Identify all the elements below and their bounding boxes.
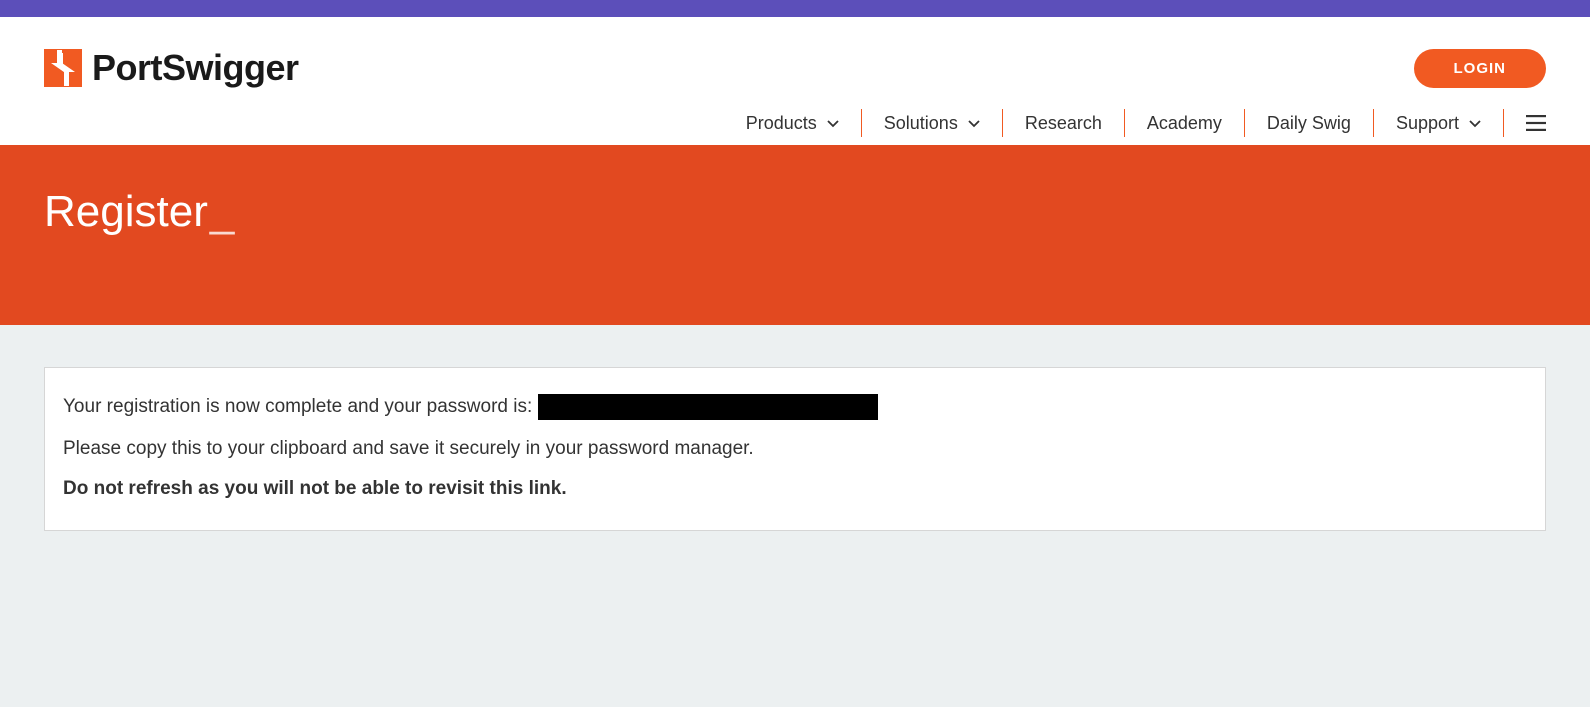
nav-label: Support <box>1396 113 1459 134</box>
refresh-warning: Do not refresh as you will not be able t… <box>63 478 1527 500</box>
hamburger-icon <box>1526 115 1546 131</box>
logo-text: PortSwigger <box>92 47 299 89</box>
nav-label: Products <box>746 113 817 134</box>
logo[interactable]: PortSwigger <box>44 47 299 89</box>
hero-title-text: Register <box>44 187 208 237</box>
nav-label: Solutions <box>884 113 958 134</box>
header-top: PortSwigger LOGIN <box>44 17 1546 109</box>
password-redacted <box>538 394 878 420</box>
content-area: Your registration is now complete and yo… <box>0 325 1590 573</box>
nav-item-research[interactable]: Research <box>1003 109 1125 137</box>
nav-item-support[interactable]: Support <box>1374 109 1504 137</box>
nav-label: Academy <box>1147 113 1222 134</box>
password-prefix-text: Your registration is now complete and yo… <box>63 396 532 418</box>
page-title: Register_ <box>44 187 234 237</box>
header: PortSwigger LOGIN Products Solutions Res… <box>0 17 1590 145</box>
hamburger-menu[interactable] <box>1504 115 1546 131</box>
nav-item-solutions[interactable]: Solutions <box>862 109 1003 137</box>
login-button[interactable]: LOGIN <box>1414 49 1547 88</box>
nav-label: Research <box>1025 113 1102 134</box>
nav-bar: Products Solutions Research Academy Dail… <box>44 109 1546 145</box>
password-line: Your registration is now complete and yo… <box>63 394 1527 420</box>
nav-item-products[interactable]: Products <box>724 109 862 137</box>
chevron-down-icon <box>968 117 980 129</box>
nav-items: Products Solutions Research Academy Dail… <box>724 109 1546 137</box>
nav-item-academy[interactable]: Academy <box>1125 109 1245 137</box>
nav-item-daily-swig[interactable]: Daily Swig <box>1245 109 1374 137</box>
top-banner <box>0 0 1590 17</box>
chevron-down-icon <box>827 117 839 129</box>
nav-label: Daily Swig <box>1267 113 1351 134</box>
chevron-down-icon <box>1469 117 1481 129</box>
registration-message-box: Your registration is now complete and yo… <box>44 367 1546 531</box>
hero-cursor: _ <box>210 187 234 237</box>
hero-banner: Register_ <box>0 145 1590 325</box>
logo-icon <box>44 49 82 87</box>
copy-instruction: Please copy this to your clipboard and s… <box>63 438 1527 460</box>
